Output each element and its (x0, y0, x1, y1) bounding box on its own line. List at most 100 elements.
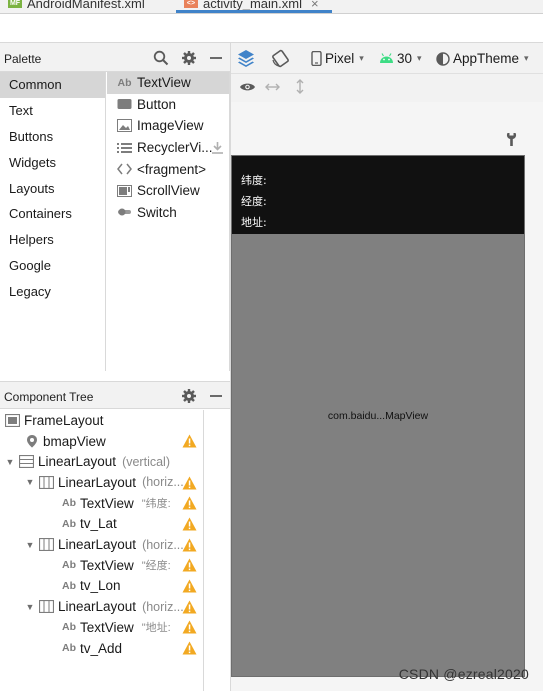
framelayout-icon (5, 413, 20, 427)
linearlayout-horizontal-icon (39, 475, 54, 489)
expand-triangle-icon[interactable]: ▼ (25, 602, 35, 612)
longitude-label: 经度: (241, 195, 267, 208)
api-level-label: 30 (397, 51, 413, 66)
node-label: LinearLayout (58, 537, 137, 553)
palette-header: Palette (0, 42, 230, 72)
category-legacy[interactable]: Legacy (0, 278, 105, 304)
horizontal-resize-icon[interactable] (265, 82, 280, 92)
minimize-icon[interactable] (208, 50, 224, 66)
wrench-icon[interactable] (506, 132, 517, 147)
warning-icon[interactable] (182, 538, 197, 552)
mapview-placeholder-label: com.baidu...MapView (327, 410, 429, 422)
minimize-icon[interactable] (208, 388, 224, 404)
palette-item-fragment[interactable]: <fragment> (107, 158, 229, 180)
node-label: TextView (80, 495, 134, 511)
eye-icon[interactable] (239, 81, 256, 93)
warning-icon[interactable] (182, 517, 197, 531)
chevron-down-icon: ▾ (359, 53, 364, 63)
palette-item-textview[interactable]: Ab TextView (107, 72, 229, 94)
tree-node-tv-lat[interactable]: Ab tv_Lat (0, 514, 203, 535)
view-options-toolbar (231, 74, 543, 102)
node-label: LinearLayout (38, 454, 117, 470)
linearlayout-vertical-icon (19, 455, 34, 469)
tree-node-bmapview[interactable]: bmapView (0, 431, 203, 452)
expand-triangle-icon[interactable]: ▼ (5, 457, 15, 467)
layers-icon[interactable] (237, 49, 255, 67)
node-text-attr: "纬度: (141, 498, 171, 511)
component-tree: FrameLayout bmapView ▼ LinearLayout (ver… (0, 410, 230, 691)
node-label: FrameLayout (24, 412, 104, 428)
switch-icon (117, 206, 132, 219)
category-widgets[interactable]: Widgets (0, 149, 105, 175)
tree-node-framelayout[interactable]: FrameLayout (0, 410, 203, 431)
chevron-down-icon: ▾ (524, 53, 529, 63)
chevron-down-icon: ▾ (417, 53, 422, 63)
palette-item-imageview[interactable]: ImageView (107, 115, 229, 137)
category-text[interactable]: Text (0, 98, 105, 124)
widget-label: <fragment> (137, 161, 207, 177)
search-icon[interactable] (153, 50, 169, 66)
device-selector[interactable]: Pixel ▾ (311, 51, 364, 66)
textview-icon: Ab (62, 621, 76, 634)
warning-icon[interactable] (182, 579, 197, 593)
category-layouts[interactable]: Layouts (0, 175, 105, 201)
tree-node-textview[interactable]: Ab TextView "地址: (0, 617, 203, 638)
address-label: 地址: (241, 216, 267, 229)
tree-node-textview[interactable]: Ab TextView "纬度: (0, 493, 203, 514)
category-containers[interactable]: Containers (0, 201, 105, 227)
theme-selector[interactable]: AppTheme ▾ (436, 51, 529, 66)
node-label: tv_Lat (80, 516, 117, 532)
palette-item-button[interactable]: Button (107, 94, 229, 116)
download-icon[interactable] (212, 141, 223, 154)
textview-icon: Ab (62, 559, 76, 572)
widget-label: RecyclerVi... (137, 140, 213, 156)
active-tab-indicator (176, 10, 332, 13)
category-google[interactable]: Google (0, 253, 105, 279)
textview-icon: Ab (117, 76, 132, 89)
tree-node-tv-add[interactable]: Ab tv_Add (0, 638, 203, 659)
node-label: bmapView (43, 433, 106, 449)
tree-node-linearlayout-horizontal[interactable]: ▼ LinearLayout (horiz... (0, 472, 203, 493)
orientation-icon[interactable] (271, 49, 290, 68)
warning-icon[interactable] (182, 641, 197, 655)
device-preview-mapview[interactable]: 纬度: 经度: 地址: com.baidu...MapView (231, 155, 525, 677)
category-common[interactable]: Common (0, 72, 105, 98)
warning-icon[interactable] (182, 496, 197, 510)
palette-item-recyclerview[interactable]: RecyclerVi... (107, 137, 229, 159)
tree-node-tv-lon[interactable]: Ab tv_Lon (0, 576, 203, 597)
warning-icon[interactable] (182, 476, 197, 490)
palette-widget-list: Ab TextView Button ImageView RecyclerVi.… (107, 72, 230, 371)
vertical-resize-icon[interactable] (295, 79, 305, 94)
warning-icon[interactable] (182, 558, 197, 572)
tree-node-linearlayout-horizontal[interactable]: ▼ LinearLayout (horiz... (0, 596, 203, 617)
expand-triangle-icon[interactable]: ▼ (25, 477, 35, 487)
component-tree-header: Component Tree (0, 381, 230, 409)
latitude-label: 纬度: (241, 174, 267, 187)
gear-icon[interactable] (181, 50, 197, 66)
api-level-selector[interactable]: 30 ▾ (379, 51, 422, 66)
tree-node-textview[interactable]: Ab TextView "经度: (0, 555, 203, 576)
category-helpers[interactable]: Helpers (0, 227, 105, 253)
device-label: Pixel (325, 51, 355, 66)
warning-icon[interactable] (182, 434, 197, 448)
widget-label: TextView (137, 75, 191, 91)
close-tab-icon[interactable]: × (311, 0, 319, 11)
palette-item-switch[interactable]: Switch (107, 202, 229, 224)
tree-node-linearlayout-vertical[interactable]: ▼ LinearLayout (vertical) (0, 451, 203, 472)
gear-icon[interactable] (181, 388, 197, 404)
tree-node-linearlayout-horizontal[interactable]: ▼ LinearLayout (horiz... (0, 534, 203, 555)
xml-file-icon: <> (184, 0, 198, 8)
warning-icon[interactable] (182, 620, 197, 634)
widget-label: ScrollView (137, 183, 200, 199)
palette-item-scrollview[interactable]: ScrollView (107, 180, 229, 202)
textview-icon: Ab (62, 517, 76, 530)
watermark: CSDN @ezreal2020 (398, 666, 529, 682)
node-label: TextView (80, 619, 134, 635)
warning-icon[interactable] (182, 600, 197, 614)
node-text-attr: "经度: (141, 560, 171, 573)
expand-triangle-icon[interactable]: ▼ (25, 540, 35, 550)
tab-android-manifest[interactable]: MF AndroidManifest.xml (8, 0, 145, 13)
category-buttons[interactable]: Buttons (0, 124, 105, 150)
palette-title: Palette (4, 52, 42, 66)
design-toolbar: Pixel ▾ 30 ▾ AppTheme ▾ (231, 42, 543, 74)
